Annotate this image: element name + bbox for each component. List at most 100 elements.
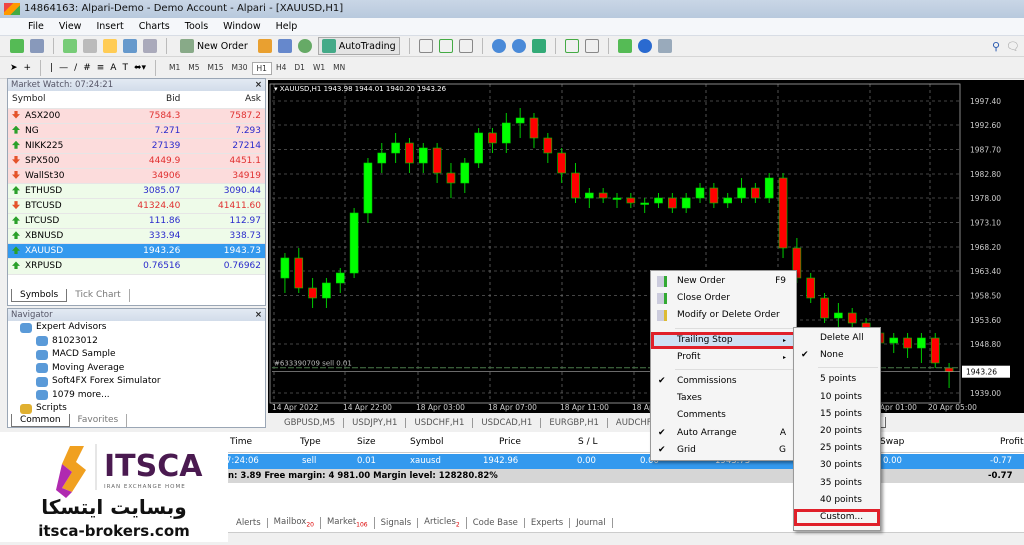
chart-tab[interactable]: GBPUSD,M5 xyxy=(276,417,345,428)
market-watch-icon[interactable] xyxy=(63,39,77,53)
periods-icon[interactable] xyxy=(637,39,652,53)
navigator-item[interactable]: 1079 more... xyxy=(8,389,265,403)
menu-insert[interactable]: Insert xyxy=(96,21,123,32)
market-row[interactable]: BTCUSD 41324.40 41411.60 xyxy=(8,198,265,215)
market-row[interactable]: NIKK225 27139 27214 xyxy=(8,138,265,154)
tab-common[interactable]: Common xyxy=(11,414,70,427)
options-icon[interactable] xyxy=(277,39,292,53)
timeframe-m1[interactable]: M1 xyxy=(165,62,184,75)
chart-tab[interactable]: USDCAD,H1 xyxy=(473,417,542,428)
market-row[interactable]: LTCUSD 111.86 112.97 xyxy=(8,213,265,230)
navigator-item[interactable]: MACD Sample xyxy=(8,348,265,362)
profiles-icon[interactable] xyxy=(30,39,44,53)
col-symbol[interactable]: Symbol xyxy=(8,91,104,109)
price-chart[interactable]: 1997.40 1992.60 1987.70 1982.80 1978.00 1973.… xyxy=(268,80,1024,413)
navigator-icon[interactable] xyxy=(103,39,117,53)
tab-tick-chart[interactable]: Tick Chart xyxy=(67,289,130,302)
timeframe-h4[interactable]: H4 xyxy=(272,62,290,75)
autotrading-button[interactable]: AutoTrading xyxy=(317,37,400,55)
tab-favorites[interactable]: Favorites xyxy=(70,414,128,427)
terminal-tab-signals[interactable]: Signals xyxy=(375,518,419,528)
chat-icon[interactable]: 🗨 xyxy=(1006,40,1020,53)
menu-item-15-points[interactable]: 15 points xyxy=(794,406,880,423)
chart-tab[interactable]: USDCHF,H1 xyxy=(406,417,474,428)
signals-icon[interactable] xyxy=(297,39,312,53)
menu-file[interactable]: File xyxy=(28,21,44,32)
menu-item-35-points[interactable]: 35 points xyxy=(794,475,880,492)
timeframe-d1[interactable]: D1 xyxy=(290,62,309,75)
menu-window[interactable]: Window xyxy=(223,21,260,32)
zoom-in-icon[interactable] xyxy=(491,39,506,53)
terminal-icon[interactable] xyxy=(123,39,137,53)
col-sl[interactable]: S / L xyxy=(578,437,597,447)
col-symbol[interactable]: Symbol xyxy=(410,437,444,447)
market-row[interactable]: ETHUSD 3085.07 3090.44 xyxy=(8,183,265,200)
market-row[interactable]: ASX200 7584.3 7587.2 xyxy=(8,108,265,124)
navigator-item[interactable]: Soft4FX Forex Simulator xyxy=(8,375,265,389)
tile-windows-icon[interactable] xyxy=(531,39,546,53)
col-type[interactable]: Type xyxy=(300,437,321,447)
menu-item-trailing-stop[interactable]: Trailing Stop ▸ xyxy=(651,331,796,349)
tester-icon[interactable] xyxy=(143,39,157,53)
menu-item-25-points[interactable]: 25 points xyxy=(794,440,880,457)
timeframe-m5[interactable]: M5 xyxy=(184,62,203,75)
menu-item-40-points[interactable]: 40 points xyxy=(794,492,880,509)
navigator-item[interactable]: 81023012 xyxy=(8,335,265,349)
timeframe-m30[interactable]: M30 xyxy=(228,62,252,75)
terminal-tab-experts[interactable]: Experts xyxy=(525,518,571,528)
menu-item-delete-all[interactable]: Delete All xyxy=(794,330,880,347)
new-order-button[interactable]: New Order xyxy=(176,37,252,55)
timeframe-w1[interactable]: W1 xyxy=(309,62,329,75)
text-label-icon[interactable]: T xyxy=(122,63,128,73)
menu-item-auto-arrange[interactable]: ✔ Auto Arrange A xyxy=(651,425,796,442)
market-row[interactable]: XRPUSD 0.76516 0.76962 xyxy=(8,258,265,275)
col-price[interactable]: Price xyxy=(499,437,521,447)
market-row[interactable]: XBNUSD 333.94 338.73 xyxy=(8,228,265,245)
menu-item-new-order[interactable]: New Order F9 xyxy=(651,273,796,290)
tab-symbols[interactable]: Symbols xyxy=(11,289,68,302)
terminal-tab-articles[interactable]: Articles2 xyxy=(418,517,467,529)
navigator-item[interactable]: Expert Advisors xyxy=(8,321,265,335)
menu-help[interactable]: Help xyxy=(276,21,298,32)
close-icon[interactable]: × xyxy=(255,79,262,91)
crosshair-icon[interactable]: + xyxy=(24,63,32,73)
zoom-out-icon[interactable] xyxy=(511,39,526,53)
market-row[interactable]: WallSt30 34906 34919 xyxy=(8,168,265,184)
line-chart-icon[interactable] xyxy=(458,39,473,53)
menu-item-30-points[interactable]: 30 points xyxy=(794,457,880,474)
bar-chart-icon[interactable] xyxy=(418,39,433,53)
menu-item-10-points[interactable]: 10 points xyxy=(794,389,880,406)
col-bid[interactable]: Bid xyxy=(103,91,185,109)
menu-item-5-points[interactable]: 5 points xyxy=(794,371,880,388)
close-icon[interactable]: × xyxy=(255,309,262,321)
menu-item-commissions[interactable]: ✔ Commissions xyxy=(651,373,796,390)
horizontal-line-icon[interactable]: — xyxy=(59,63,68,73)
chart-canvas[interactable]: 1997.40 1992.60 1987.70 1982.80 1978.00 1973.… xyxy=(268,80,1024,413)
col-size[interactable]: Size xyxy=(357,437,375,447)
menu-item-custom[interactable]: Custom... xyxy=(794,508,880,527)
channel-icon[interactable]: # xyxy=(83,63,91,73)
col-swap[interactable]: Swap xyxy=(880,437,904,447)
menu-item-20-points[interactable]: 20 points xyxy=(794,423,880,440)
metaeditor-icon[interactable] xyxy=(257,39,272,53)
chart-tab[interactable]: EURGBP,H1 xyxy=(541,417,608,428)
menu-item-none[interactable]: ✔ None xyxy=(794,347,880,364)
chart-shift-icon[interactable] xyxy=(584,39,599,53)
menu-item-grid[interactable]: ✔ Grid G xyxy=(651,442,796,459)
vertical-line-icon[interactable]: | xyxy=(50,63,53,73)
navigator-item[interactable]: Moving Average xyxy=(8,362,265,376)
indicators-icon[interactable] xyxy=(617,39,632,53)
search-icon[interactable]: ⚲ xyxy=(992,40,1000,53)
chart-tab[interactable]: USDJPY,H1 xyxy=(344,417,407,428)
terminal-tab-mailbox[interactable]: Mailbox20 xyxy=(268,517,321,529)
autoscroll-icon[interactable] xyxy=(564,39,579,53)
terminal-tab-journal[interactable]: Journal xyxy=(570,518,613,528)
terminal-tab-code-base[interactable]: Code Base xyxy=(467,518,525,528)
market-row[interactable]: NG 7.271 7.293 xyxy=(8,123,265,139)
timeframe-h1[interactable]: H1 xyxy=(251,61,272,75)
menu-tools[interactable]: Tools xyxy=(185,21,208,32)
new-chart-icon[interactable] xyxy=(10,39,24,53)
timeframe-mn[interactable]: MN xyxy=(329,62,349,75)
cursor-icon[interactable]: ➤ xyxy=(10,63,18,73)
candlestick-icon[interactable] xyxy=(438,39,453,53)
